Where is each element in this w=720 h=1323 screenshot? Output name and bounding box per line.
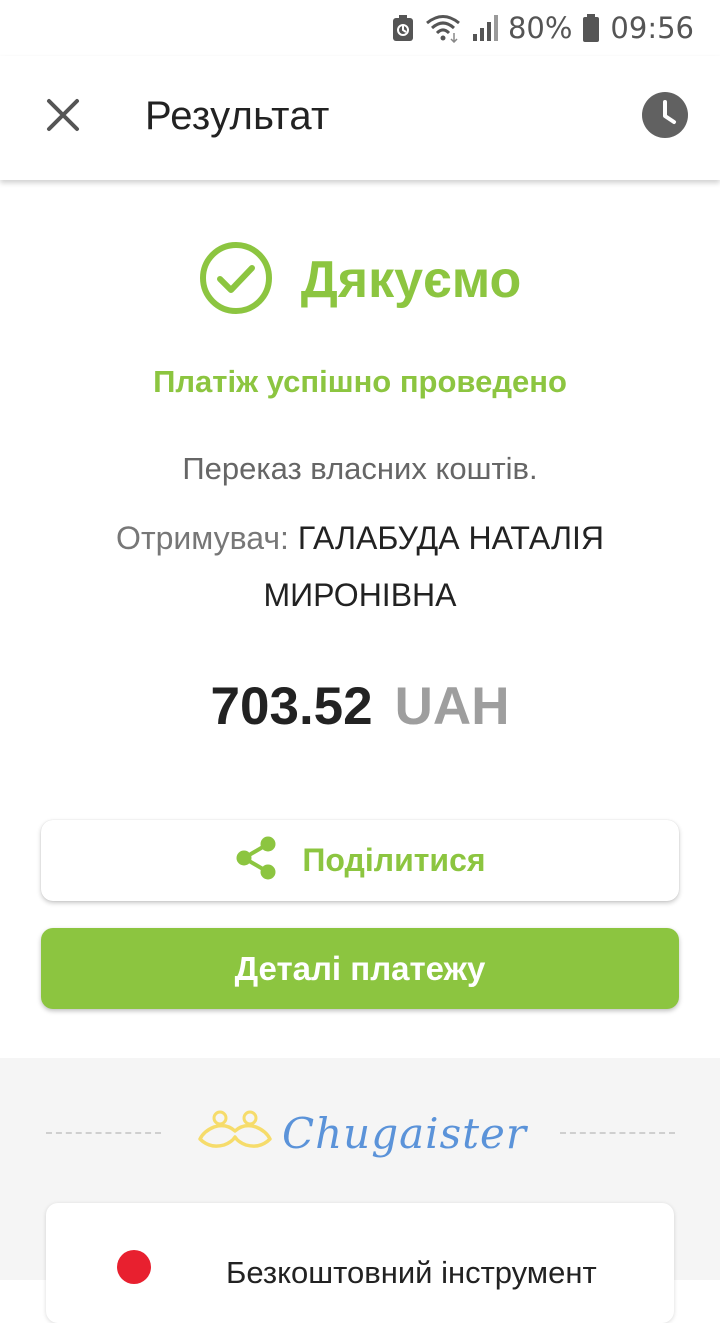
- share-label: Поділитися: [302, 842, 486, 878]
- transfer-description: Переказ власних коштів.: [182, 451, 538, 486]
- mustache-logo-icon: [196, 1109, 274, 1158]
- recipient-label: Отримувач:: [116, 520, 289, 556]
- app-bar: Результат: [0, 56, 720, 180]
- map-pin-icon: [116, 1249, 152, 1294]
- battery-percent: 80%: [507, 11, 573, 45]
- payment-details-label: Деталі платежу: [234, 949, 486, 987]
- close-button[interactable]: [34, 88, 92, 146]
- check-circle-icon: [199, 241, 273, 320]
- thanks-title: Дякуємо: [300, 251, 522, 309]
- share-button[interactable]: Поділитися: [41, 820, 679, 901]
- history-clock-icon: [642, 91, 688, 143]
- promo-card[interactable]: Безкоштовний інструмент: [46, 1203, 674, 1323]
- dashed-divider-left: [46, 1132, 161, 1134]
- history-button[interactable]: [642, 91, 688, 143]
- recipient-name: ГАЛАБУДА НАТАЛІЯ МИРОНІВНА: [263, 520, 604, 613]
- success-message: Платіж успішно проведено: [153, 364, 567, 399]
- amount-currency: UAH: [394, 677, 510, 736]
- chugaister-brand: Chugaister: [196, 1098, 527, 1168]
- close-icon: [46, 98, 80, 137]
- brand-name: Chugaister: [282, 1108, 527, 1158]
- status-icons: 80% 09:56: [392, 10, 694, 46]
- wifi-icon: [424, 13, 462, 43]
- payment-amount: 703.52 UAH: [0, 676, 720, 737]
- clock-time: 09:56: [610, 11, 694, 45]
- battery-saver-icon: [392, 14, 414, 42]
- status-bar: 80% 09:56: [0, 0, 720, 56]
- promo-card-text: Безкоштовний інструмент: [226, 1255, 597, 1290]
- promo-section: Chugaister Безкоштовний інструмент: [0, 1058, 720, 1323]
- recipient-info: Отримувач: ГАЛАБУДА НАТАЛІЯ МИРОНІВНА: [70, 510, 650, 624]
- battery-icon: [582, 13, 600, 43]
- signal-icon: [472, 14, 498, 42]
- payment-details-button[interactable]: Деталі платежу: [41, 928, 679, 1009]
- share-icon: [234, 835, 278, 886]
- amount-value: 703.52: [210, 677, 373, 736]
- dashed-divider-right: [560, 1132, 675, 1134]
- success-heading: Дякуємо: [0, 240, 720, 320]
- page-title: Результат: [145, 94, 330, 138]
